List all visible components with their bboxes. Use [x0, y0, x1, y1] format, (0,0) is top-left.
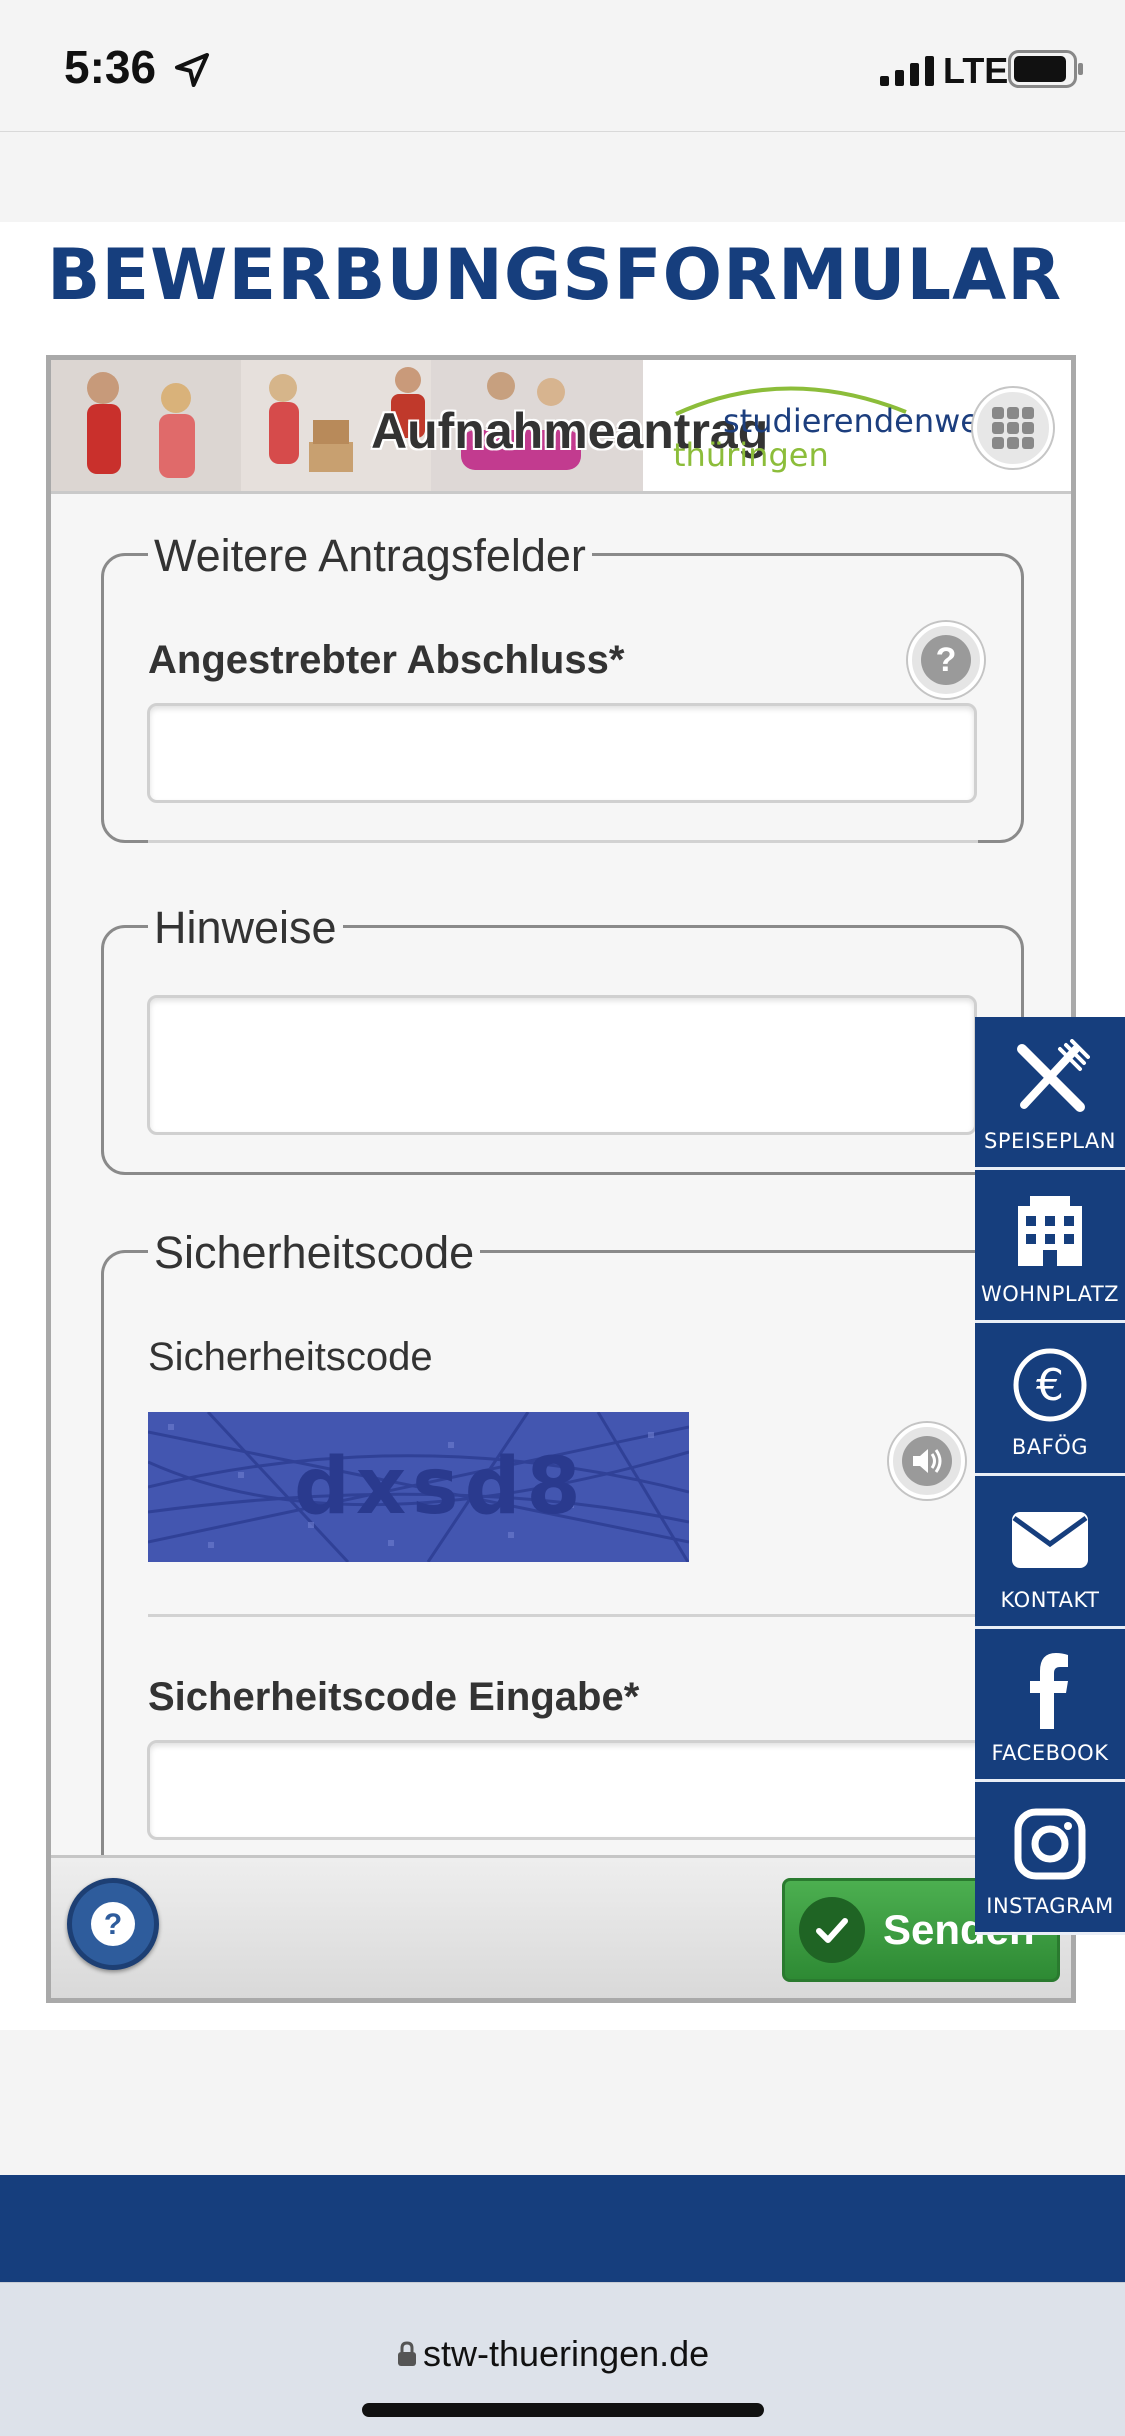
degree-help-button[interactable]: ? — [908, 622, 984, 698]
euro-icon: € — [1013, 1348, 1087, 1422]
captcha-input[interactable] — [147, 1740, 1047, 1840]
captcha-code-text: dxsd8 — [294, 1442, 587, 1532]
facebook-icon — [1030, 1653, 1068, 1729]
degree-input[interactable] — [147, 703, 977, 803]
side-nav-speiseplan[interactable]: SPEISEPLAN — [975, 1017, 1125, 1170]
side-nav-label: SPEISEPLAN — [984, 1129, 1116, 1153]
form-help-button[interactable]: ? — [67, 1878, 159, 1970]
instagram-icon — [1014, 1808, 1086, 1880]
status-time: 5:36 — [64, 41, 157, 93]
status-bar: 5:36 LTE — [0, 0, 1125, 132]
speaker-icon — [902, 1436, 952, 1486]
side-nav-label: KONTAKT — [1000, 1588, 1100, 1612]
site-footer — [0, 2175, 1125, 2282]
notes-legend: Hinweise — [148, 902, 343, 954]
side-nav-label: FACEBOOK — [991, 1741, 1109, 1765]
check-icon — [799, 1897, 865, 1963]
captcha-image-label: Sicherheitscode — [148, 1335, 433, 1379]
lock-icon — [398, 2341, 416, 2366]
captcha-legend: Sicherheitscode — [148, 1227, 481, 1279]
fork-knife-icon — [1017, 1039, 1090, 1112]
side-nav-kontakt[interactable]: KONTAKT — [975, 1476, 1125, 1629]
extra-fields-legend: Weitere Antragsfelder — [148, 530, 592, 582]
side-nav-label: BAFÖG — [1011, 1435, 1089, 1459]
degree-label: Angestrebter Abschluss* — [148, 638, 625, 682]
side-nav-facebook[interactable]: FACEBOOK — [975, 1629, 1125, 1782]
menu-grid-button[interactable] — [973, 388, 1053, 468]
logo-text-thueringen: thüringen — [673, 436, 829, 474]
grid-icon — [992, 407, 1034, 449]
browser-address-bar[interactable]: stw-thueringen.de — [0, 2282, 1125, 2436]
extra-fields-divider — [148, 840, 978, 843]
question-icon: ? — [91, 1902, 135, 1946]
form-footer-bar: ? Senden — [51, 1855, 1071, 1998]
side-nav-label: WOHNPLATZ — [980, 1282, 1120, 1306]
side-quick-nav: SPEISEPLAN WOHNPLATZ € BAFÖG KONTAKT FAC… — [975, 1017, 1125, 1935]
svg-text:?: ? — [936, 641, 957, 679]
question-icon: ? — [921, 635, 971, 685]
url-text: stw-thueringen.de — [423, 2333, 710, 2374]
logo-text-studierendenwerk: studierendenwerk — [723, 402, 1012, 440]
captcha-divider — [148, 1614, 1071, 1617]
side-nav-instagram[interactable]: INSTAGRAM — [975, 1782, 1125, 1935]
captcha-input-label: Sicherheitscode Eingabe* — [148, 1675, 640, 1719]
notes-textarea[interactable] — [147, 995, 977, 1135]
side-nav-label: INSTAGRAM — [986, 1894, 1114, 1918]
captcha-image: dxsd8 — [148, 1412, 689, 1562]
home-indicator — [362, 2403, 764, 2417]
svg-text:€: € — [1036, 1360, 1064, 1411]
svg-text:?: ? — [104, 1908, 122, 1941]
side-nav-wohnplatz[interactable]: WOHNPLATZ — [975, 1170, 1125, 1323]
network-type: LTE — [943, 50, 1009, 91]
application-form: Aufnahmeantrag studierendenwerk thüringe… — [46, 355, 1076, 2003]
page-title: BEWERBUNGSFORMULAR — [47, 234, 1063, 316]
envelope-icon — [1012, 1512, 1088, 1568]
side-nav-bafoeg[interactable]: € BAFÖG — [975, 1323, 1125, 1476]
captcha-audio-button[interactable] — [889, 1423, 965, 1499]
signal-icon — [880, 56, 934, 86]
building-icon — [1018, 1196, 1082, 1266]
battery-icon — [1008, 50, 1083, 88]
form-banner: Aufnahmeantrag studierendenwerk thüringe… — [51, 360, 1071, 494]
location-arrow-icon — [175, 53, 209, 87]
